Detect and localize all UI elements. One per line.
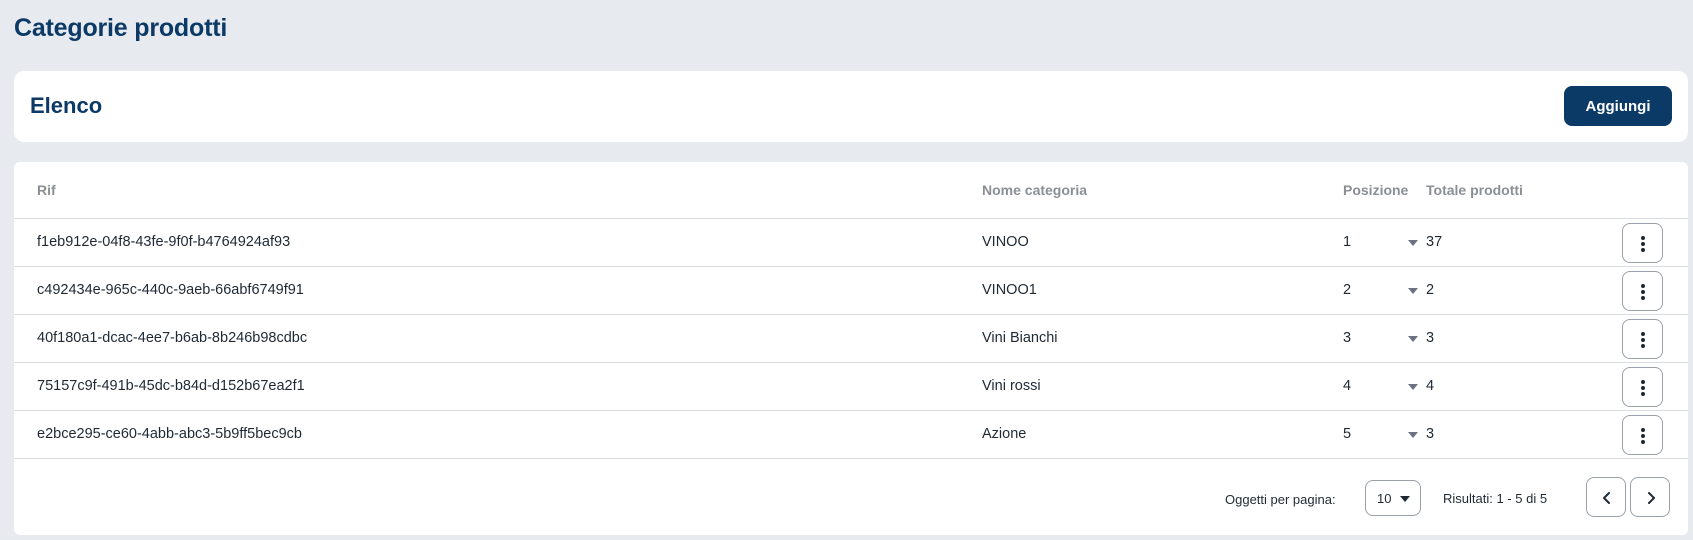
- cell-totale-prodotti: 3: [1426, 426, 1435, 442]
- add-button[interactable]: Aggiungi: [1564, 86, 1672, 126]
- page-title: Categorie prodotti: [14, 14, 228, 42]
- per-page-select[interactable]: 10: [1365, 480, 1421, 516]
- position-value: 3: [1343, 330, 1352, 346]
- position-value: 1: [1343, 234, 1352, 250]
- cell-nome-categoria: VINOO1: [982, 282, 1037, 298]
- caret-down-icon: [1408, 240, 1418, 246]
- caret-down-icon: [1408, 288, 1418, 294]
- section-title: Elenco: [30, 93, 103, 118]
- caret-down-icon: [1408, 336, 1418, 342]
- cell-nome-categoria: Azione: [982, 426, 1027, 442]
- position-select[interactable]: 4: [1343, 371, 1418, 403]
- next-page-button[interactable]: [1630, 477, 1670, 517]
- row-actions-button[interactable]: [1622, 223, 1663, 263]
- row-actions-button[interactable]: [1622, 367, 1663, 407]
- position-value: 2: [1343, 282, 1352, 298]
- chevron-left-icon: [1603, 492, 1610, 504]
- position-value: 4: [1343, 378, 1352, 394]
- column-header-totale-prodotti: Totale prodotti: [1426, 182, 1523, 198]
- column-header-nome-categoria: Nome categoria: [982, 182, 1088, 198]
- position-select[interactable]: 1: [1343, 227, 1418, 259]
- caret-down-icon: [1408, 432, 1418, 438]
- table-header: Rif Nome categoria Posizione Totale prod…: [14, 162, 1688, 219]
- row-actions-button[interactable]: [1622, 415, 1663, 455]
- position-select[interactable]: 5: [1343, 419, 1418, 451]
- table-row: 75157c9f-491b-45dc-b84d-d152b67ea2f1 Vin…: [14, 363, 1688, 411]
- cell-totale-prodotti: 37: [1426, 234, 1443, 250]
- cell-totale-prodotti: 2: [1426, 282, 1435, 298]
- table-row: c492434e-965c-440c-9aeb-66abf6749f91 VIN…: [14, 267, 1688, 315]
- table-row: 40f180a1-dcac-4ee7-b6ab-8b246b98cdbc Vin…: [14, 315, 1688, 363]
- cell-totale-prodotti: 3: [1426, 330, 1435, 346]
- previous-page-button[interactable]: [1586, 477, 1626, 517]
- chevron-right-icon: [1648, 492, 1655, 504]
- cell-nome-categoria: Vini rossi: [982, 378, 1041, 394]
- cell-rif: 40f180a1-dcac-4ee7-b6ab-8b246b98cdbc: [37, 330, 308, 346]
- table-row: e2bce295-ce60-4abb-abc3-5b9ff5bec9cb Azi…: [14, 411, 1688, 459]
- row-actions-button[interactable]: [1622, 319, 1663, 359]
- cell-rif: e2bce295-ce60-4abb-abc3-5b9ff5bec9cb: [37, 426, 302, 442]
- cell-nome-categoria: Vini Bianchi: [982, 330, 1058, 346]
- caret-down-icon: [1400, 496, 1410, 502]
- column-header-rif: Rif: [37, 182, 56, 198]
- caret-down-icon: [1408, 384, 1418, 390]
- per-page-label: Oggetti per pagina:: [1225, 492, 1336, 507]
- per-page-value: 10: [1377, 491, 1392, 506]
- results-count: Risultati: 1 - 5 di 5: [1443, 491, 1548, 506]
- cell-rif: 75157c9f-491b-45dc-b84d-d152b67ea2f1: [37, 378, 305, 394]
- table-row: f1eb912e-04f8-43fe-9f0f-b4764924af93 VIN…: [14, 219, 1688, 267]
- categories-table: Rif Nome categoria Posizione Totale prod…: [14, 162, 1688, 535]
- position-value: 5: [1343, 426, 1352, 442]
- position-select[interactable]: 2: [1343, 275, 1418, 307]
- list-header-card: Elenco Aggiungi: [14, 71, 1688, 142]
- row-actions-button[interactable]: [1622, 271, 1663, 311]
- cell-rif: f1eb912e-04f8-43fe-9f0f-b4764924af93: [37, 234, 291, 250]
- cell-nome-categoria: VINOO: [982, 234, 1029, 250]
- position-select[interactable]: 3: [1343, 323, 1418, 355]
- cell-rif: c492434e-965c-440c-9aeb-66abf6749f91: [37, 282, 304, 298]
- column-header-posizione: Posizione: [1343, 182, 1409, 198]
- cell-totale-prodotti: 4: [1426, 378, 1435, 394]
